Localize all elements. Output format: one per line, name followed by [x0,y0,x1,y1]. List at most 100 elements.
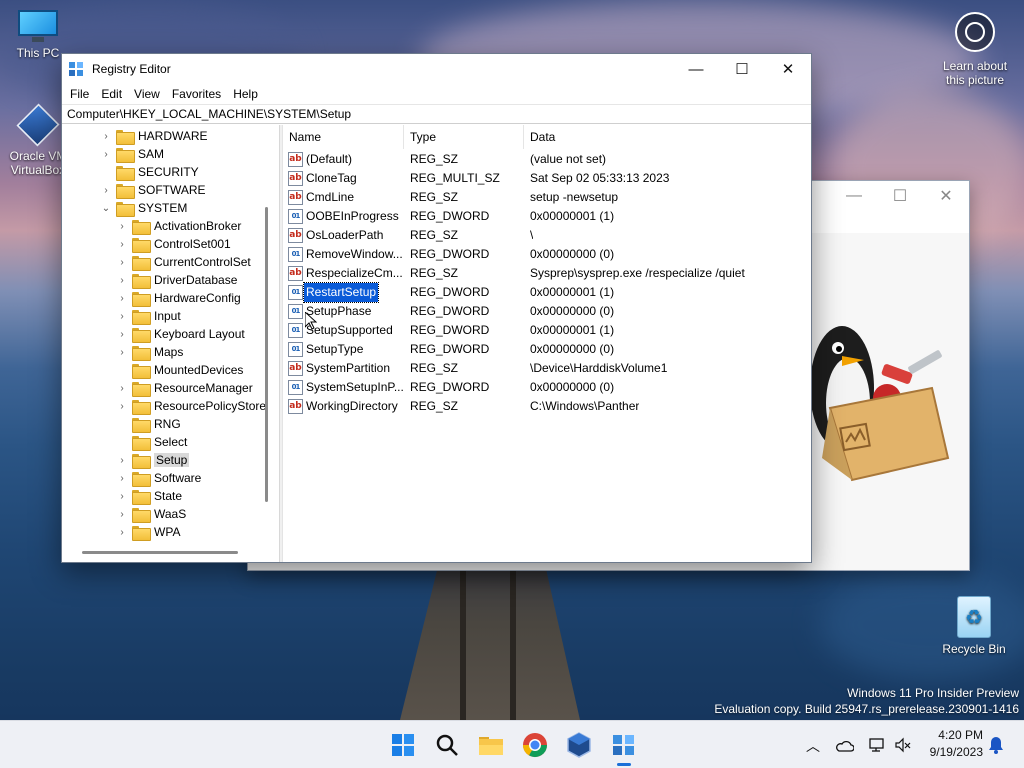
minimize-button[interactable]: — [831,181,877,211]
tree-node-rng[interactable]: RNG [116,415,181,433]
search-icon[interactable] [433,731,461,759]
value-row[interactable]: 01 SetupSupported REG_DWORD 0x00000001 (1) [283,321,811,340]
tree-node-resourcepolicystore[interactable]: › ResourcePolicyStore [116,397,266,415]
value-row[interactable]: ab (Default) REG_SZ (value not set) [283,150,811,169]
chevron-right-icon[interactable]: › [116,455,128,466]
tree-horizontal-scrollbar[interactable] [82,551,238,554]
network-icon[interactable] [868,737,886,753]
watermark-build: Evaluation copy. Build 25947.rs_prerelea… [714,702,1019,716]
chevron-right-icon[interactable]: › [116,383,128,394]
chevron-right-icon[interactable]: › [116,491,128,502]
chevron-right-icon[interactable]: › [100,149,112,160]
chevron-right-icon[interactable]: › [116,473,128,484]
clock-time[interactable]: 4:20 PM [933,728,983,742]
penguin-toolbox-illustration [812,326,950,482]
tree-vertical-scrollbar[interactable] [265,207,268,502]
tree-node-currentcontrolset[interactable]: › CurrentControlSet [116,253,251,271]
tree-node-state[interactable]: › State [116,487,182,505]
chevron-right-icon[interactable]: › [116,347,128,358]
chevron-down-icon[interactable]: ⌄ [100,203,112,214]
value-row[interactable]: ab SystemPartition REG_SZ \Device\HarddiskV… [283,359,811,378]
tree-node-input[interactable]: › Input [116,307,181,325]
tree-node-controlset001[interactable]: › ControlSet001 [116,235,231,253]
value-row[interactable]: 01 SystemSetupInP... REG_DWORD 0x00000000 (… [283,378,811,397]
menu-view[interactable]: View [128,87,166,101]
chevron-right-icon[interactable]: › [116,311,128,322]
value-row[interactable]: 01 OOBEInProgress REG_DWORD 0x00000001 (1) [283,207,811,226]
windows-start-icon[interactable] [389,731,417,759]
menu-edit[interactable]: Edit [95,87,128,101]
close-button[interactable]: ✕ [765,54,811,84]
chevron-right-icon[interactable]: › [116,509,128,520]
tree-node-sam[interactable]: › SAM [100,145,164,163]
virtualbox-icon[interactable] [565,731,593,759]
value-type: REG_DWORD [410,285,490,299]
file-explorer-icon[interactable] [477,731,505,759]
folder-icon [116,147,135,163]
values-list-pane[interactable]: Name Type Data ab (Default) REG_SZ (value n… [282,125,811,562]
column-header-type[interactable]: Type [404,125,524,149]
maximize-button[interactable]: ☐ [877,181,923,211]
value-row[interactable]: ab CmdLine REG_SZ setup -newsetup [283,188,811,207]
column-header-data[interactable]: Data [524,125,810,149]
registry-editor-taskbar-icon[interactable] [610,731,638,759]
address-bar[interactable]: Computer\HKEY_LOCAL_MACHINE\SYSTEM\Setup [62,104,811,124]
chevron-right-icon[interactable]: › [116,293,128,304]
menu-help[interactable]: Help [227,87,264,101]
maximize-button[interactable]: ☐ [719,54,765,84]
close-button[interactable]: ✕ [923,181,969,211]
title-bar[interactable]: Registry Editor — ☐ ✕ [62,54,811,84]
chevron-right-icon[interactable]: › [116,527,128,538]
tree-node-keyboard-layout[interactable]: › Keyboard Layout [116,325,245,343]
notification-bell-icon[interactable] [988,736,1004,754]
value-row[interactable]: ab WorkingDirectory REG_SZ C:\Windows\Panth… [283,397,811,416]
tree-node-setup[interactable]: › Setup [116,451,190,469]
value-row[interactable]: 01 RemoveWindow... REG_DWORD 0x00000000 (0) [283,245,811,264]
minimize-button[interactable]: — [673,54,719,84]
chevron-right-icon[interactable]: › [116,257,128,268]
tree-node-maps[interactable]: › Maps [116,343,183,361]
key-tree-pane[interactable]: › HARDWARE › SAM SECURITY › SOFTWARE ⌄ SYSTEM › Ac… [62,125,279,562]
learn-about-picture-icon[interactable] [955,12,995,52]
tree-node-security[interactable]: SECURITY [100,163,199,181]
chevron-right-icon[interactable]: › [116,401,128,412]
chevron-right-icon[interactable]: › [116,275,128,286]
tree-node-software[interactable]: › Software [116,469,201,487]
string-value-icon: ab [288,399,303,414]
folder-icon [116,183,135,199]
value-row[interactable]: 01 RestartSetup REG_DWORD 0x00000001 (1) [283,282,811,303]
recycle-bin-desktop-icon[interactable]: ♻ Recycle Bin [936,596,1012,656]
tree-node-resourcemanager[interactable]: › ResourceManager [116,379,253,397]
value-row[interactable]: 01 SetupPhase REG_DWORD 0x00000000 (0) [283,302,811,321]
tree-node-mounteddevices[interactable]: MountedDevices [116,361,243,379]
value-name: CmdLine [306,190,355,204]
recycle-bin-icon: ♻ [957,596,991,638]
tree-node-waas[interactable]: › WaaS [116,505,186,523]
chrome-icon[interactable] [521,731,549,759]
column-header-name[interactable]: Name [283,125,404,149]
chevron-up-icon[interactable]: ︿ [806,736,820,756]
chevron-right-icon[interactable]: › [116,239,128,250]
tree-node-software[interactable]: › SOFTWARE [100,181,206,199]
registry-editor-window[interactable]: Registry Editor — ☐ ✕ File Edit View Fav… [61,53,812,563]
chevron-right-icon[interactable]: › [100,131,112,142]
tree-node-driverdatabase[interactable]: › DriverDatabase [116,271,237,289]
clock-date[interactable]: 9/19/2023 [921,745,983,759]
value-row[interactable]: ab CloneTag REG_MULTI_SZ Sat Sep 02 05:33:1… [283,169,811,188]
value-row[interactable]: 01 SetupType REG_DWORD 0x00000000 (0) [283,340,811,359]
tree-node-wpa[interactable]: › WPA [116,523,180,541]
tree-node-hardware[interactable]: › HARDWARE [100,127,208,145]
menu-favorites[interactable]: Favorites [166,87,227,101]
tree-node-system[interactable]: ⌄ SYSTEM [100,199,187,217]
chevron-right-icon[interactable]: › [116,329,128,340]
volume-muted-icon[interactable] [894,737,912,753]
chevron-right-icon[interactable]: › [116,221,128,232]
tree-node-activationbroker[interactable]: › ActivationBroker [116,217,241,235]
chevron-right-icon[interactable]: › [100,185,112,196]
tree-node-hardwareconfig[interactable]: › HardwareConfig [116,289,241,307]
value-row[interactable]: ab RespecializeCm... REG_SZ Sysprep\sysprep… [283,264,811,283]
onedrive-icon[interactable] [836,738,854,754]
tree-node-select[interactable]: Select [116,433,187,451]
value-row[interactable]: ab OsLoaderPath REG_SZ \ [283,226,811,245]
menu-file[interactable]: File [64,87,95,101]
